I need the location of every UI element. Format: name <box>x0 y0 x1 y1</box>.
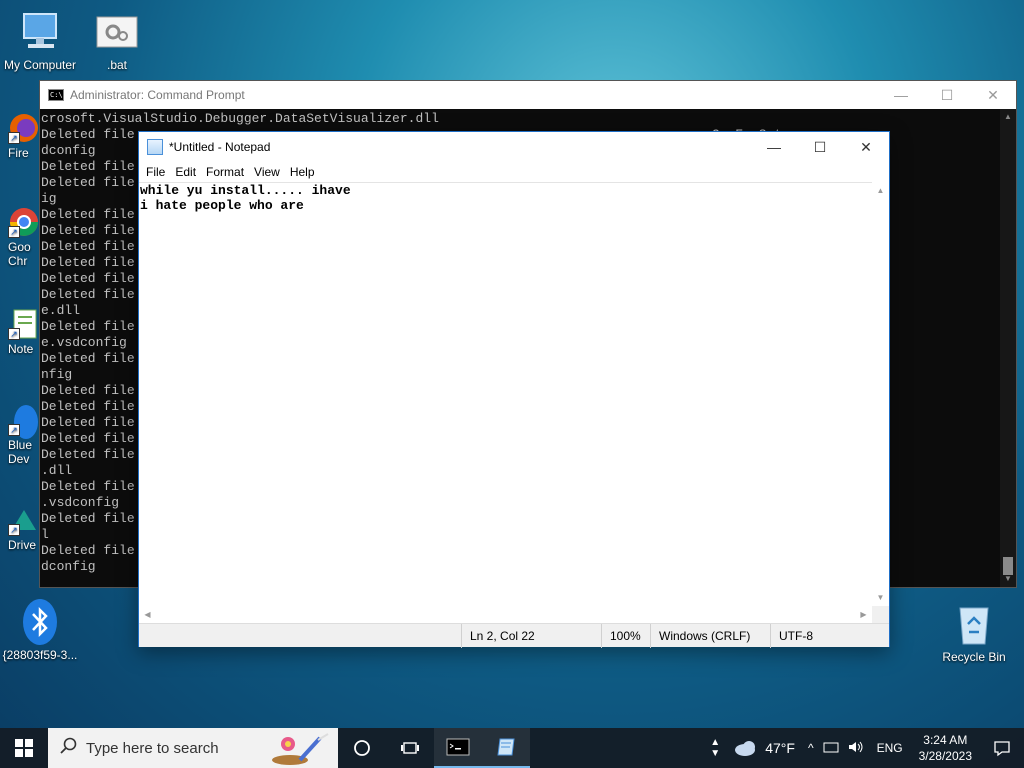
notepad-taskbar-icon <box>497 738 515 756</box>
notepad-maximize-button[interactable]: ☐ <box>797 133 843 161</box>
search-icon <box>60 737 78 759</box>
notepad-text-area[interactable]: while yu install..... ihave i hate peopl… <box>139 182 889 606</box>
notepad-statusbar: Ln 2, Col 22 100% Windows (CRLF) UTF-8 <box>139 623 890 648</box>
computer-icon <box>18 10 62 54</box>
shortcut-arrow-icon: ↗ <box>8 132 20 144</box>
notepad-app-icon: ↗ <box>8 308 40 340</box>
bluetooth-guid-desktop-icon[interactable]: {28803f59-3... <box>0 599 80 662</box>
notepad-scroll-corner <box>872 606 889 623</box>
cmd-scroll-down-icon[interactable]: ▼ <box>1000 571 1016 587</box>
notepad-close-button[interactable]: ✕ <box>843 133 889 161</box>
weather-widget[interactable]: 47°F <box>725 739 803 757</box>
status-encoding: UTF-8 <box>770 624 890 648</box>
notepad-menubar: File Edit Format View Help <box>139 162 889 182</box>
taskbar-search-box[interactable]: Type here to search <box>48 728 338 768</box>
notepad-window[interactable]: *Untitled - Notepad — ☐ ✕ File Edit Form… <box>138 131 890 648</box>
firefox-icon: ↗ <box>8 112 40 144</box>
shortcut-arrow-icon: ↗ <box>8 328 20 340</box>
menu-edit[interactable]: Edit <box>170 165 201 179</box>
search-placeholder: Type here to search <box>86 739 219 757</box>
taskbar-cmd-button[interactable] <box>434 728 482 768</box>
notepad-minimize-button[interactable]: — <box>751 133 797 161</box>
volume-icon[interactable] <box>843 740 869 757</box>
task-view-icon <box>401 742 419 754</box>
start-button[interactable] <box>0 728 48 768</box>
shortcut-arrow-icon: ↗ <box>8 524 20 536</box>
task-view-button[interactable] <box>386 728 434 768</box>
cmd-title: Administrator: Command Prompt <box>70 88 245 102</box>
system-tray: ▲ ▼ 47°F ^ ENG 3:24 AM 3/28/2023 <box>705 728 1024 768</box>
menu-view[interactable]: View <box>249 165 285 179</box>
search-highlight-illustration-icon <box>270 730 334 768</box>
windows-logo-icon <box>15 739 33 757</box>
cortana-circle-icon <box>354 740 370 756</box>
bluetooth-icon: ↗ <box>8 404 40 439</box>
taskbar-clock[interactable]: 3:24 AM 3/28/2023 <box>911 732 980 764</box>
notepad-scroll-up-icon[interactable]: ▲ <box>872 182 889 199</box>
weather-temperature: 47°F <box>765 740 795 756</box>
bat-file-label: .bat <box>106 58 127 72</box>
taskbar-notepad-button[interactable] <box>482 728 530 768</box>
status-line-ending: Windows (CRLF) <box>650 624 770 648</box>
cmd-app-icon: C:\ <box>48 89 64 101</box>
drive-icon: ↗ <box>8 504 40 536</box>
cloud-icon <box>735 741 756 756</box>
cmd-minimize-button[interactable]: — <box>878 81 924 109</box>
menu-file[interactable]: File <box>141 165 170 179</box>
my-computer-desktop-icon[interactable]: My Computer <box>0 10 80 72</box>
bat-file-desktop-icon[interactable]: .bat <box>77 10 157 72</box>
terminal-icon <box>446 738 470 756</box>
status-cursor-position: Ln 2, Col 22 <box>461 624 601 648</box>
notification-icon <box>994 741 1010 757</box>
notepad-title: *Untitled - Notepad <box>169 140 271 154</box>
clock-time: 3:24 AM <box>923 733 968 747</box>
notifications-button[interactable] <box>980 739 1024 757</box>
chrome-icon: ↗ <box>8 206 40 238</box>
notepad-icon <box>147 139 163 155</box>
console-line: crosoft.VisualStudio.Debugger.DataSetVis… <box>41 111 439 126</box>
taskbar-scroll-icon[interactable]: ▲ ▼ <box>705 737 725 759</box>
bluetooth-guid-label: {28803f59-3... <box>2 648 78 662</box>
cmd-maximize-button[interactable]: ☐ <box>924 81 970 109</box>
language-indicator[interactable]: ENG <box>869 741 911 755</box>
cmd-titlebar[interactable]: C:\ Administrator: Command Prompt — ☐ ✕ <box>40 81 1016 109</box>
notepad-vertical-scrollbar[interactable]: ▲ ▼ <box>872 182 889 606</box>
gears-file-icon <box>95 10 139 54</box>
notepad-scroll-left-icon[interactable]: ◀ <box>139 606 156 623</box>
notepad-titlebar[interactable]: *Untitled - Notepad — ☐ ✕ <box>139 132 889 162</box>
status-zoom: 100% <box>601 624 650 648</box>
notepad-scroll-down-icon[interactable]: ▼ <box>872 589 889 606</box>
menu-format[interactable]: Format <box>201 165 249 179</box>
cmd-scrollbar[interactable]: ▲ ▼ <box>1000 109 1016 587</box>
notepad-horizontal-scrollbar[interactable]: ◀ ▶ <box>139 606 872 623</box>
clock-date: 3/28/2023 <box>918 749 972 763</box>
network-icon[interactable] <box>819 740 843 757</box>
cmd-scroll-up-icon[interactable]: ▲ <box>1000 109 1016 125</box>
my-computer-label: My Computer <box>3 58 77 72</box>
bluetooth-symbol-icon <box>18 599 62 645</box>
recycle-bin-label: Recycle Bin <box>942 650 1006 664</box>
cmd-close-button[interactable]: ✕ <box>970 81 1016 109</box>
cortana-button[interactable] <box>338 728 386 768</box>
taskbar: Type here to search ▲ ▼ 47°F ^ ENG 3:24 A… <box>0 728 1024 768</box>
recycle-bin-desktop-icon[interactable]: Recycle Bin <box>934 602 1014 664</box>
shortcut-arrow-icon: ↗ <box>8 424 20 436</box>
show-hidden-icons-chevron-icon[interactable]: ^ <box>803 741 819 755</box>
menu-help[interactable]: Help <box>285 165 320 179</box>
shortcut-arrow-icon: ↗ <box>8 226 20 238</box>
recycle-bin-icon <box>952 602 996 646</box>
notepad-scroll-right-icon[interactable]: ▶ <box>855 606 872 623</box>
